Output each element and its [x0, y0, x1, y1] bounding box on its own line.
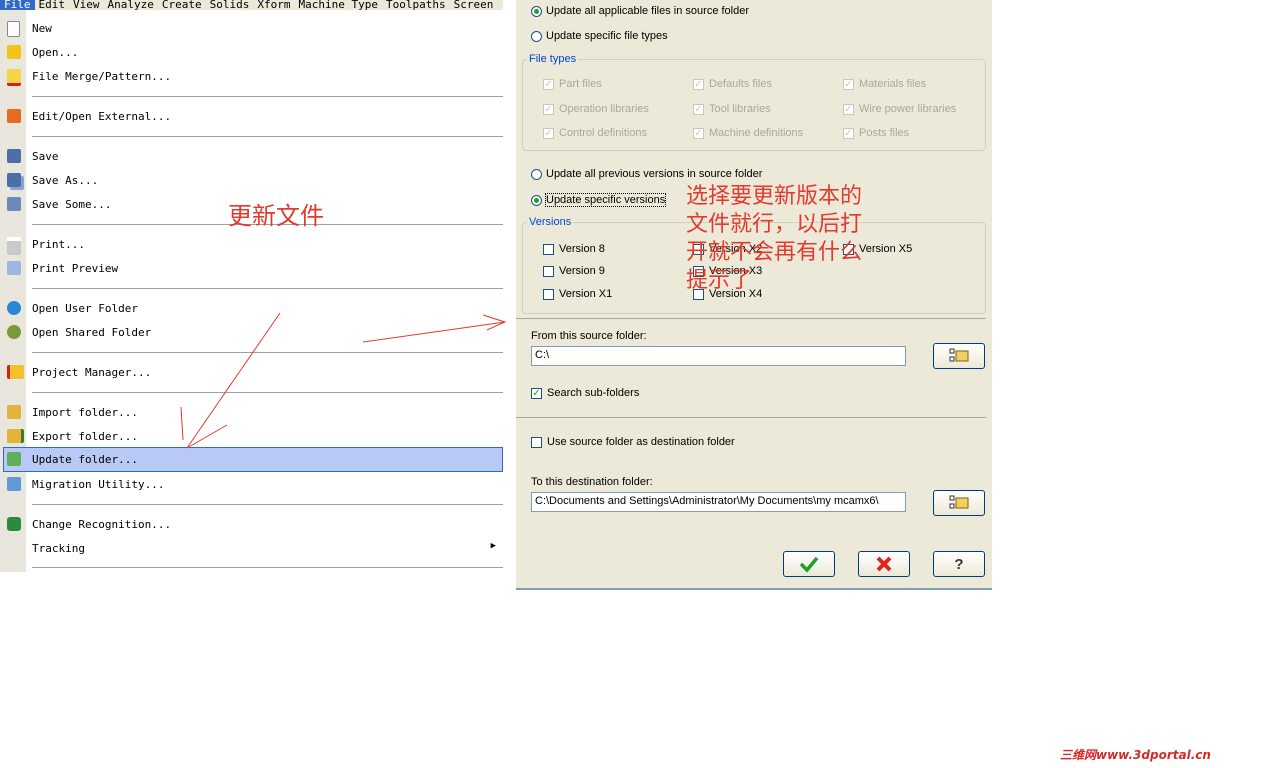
arrow-head-stroke [180, 406, 184, 441]
annotation-arrows [180, 312, 507, 449]
arrow-head-stroke [186, 424, 228, 449]
annotation-instruction: 选择要更新版本的 文件就行，以后打 开就不会再有什么 提示了 [686, 184, 863, 293]
arrow-line [186, 312, 281, 449]
annotation-update-file: 更新文件 [228, 202, 324, 230]
arrow-line [362, 321, 506, 343]
watermark: 三维网www.3dportal.cn [1060, 748, 1211, 762]
